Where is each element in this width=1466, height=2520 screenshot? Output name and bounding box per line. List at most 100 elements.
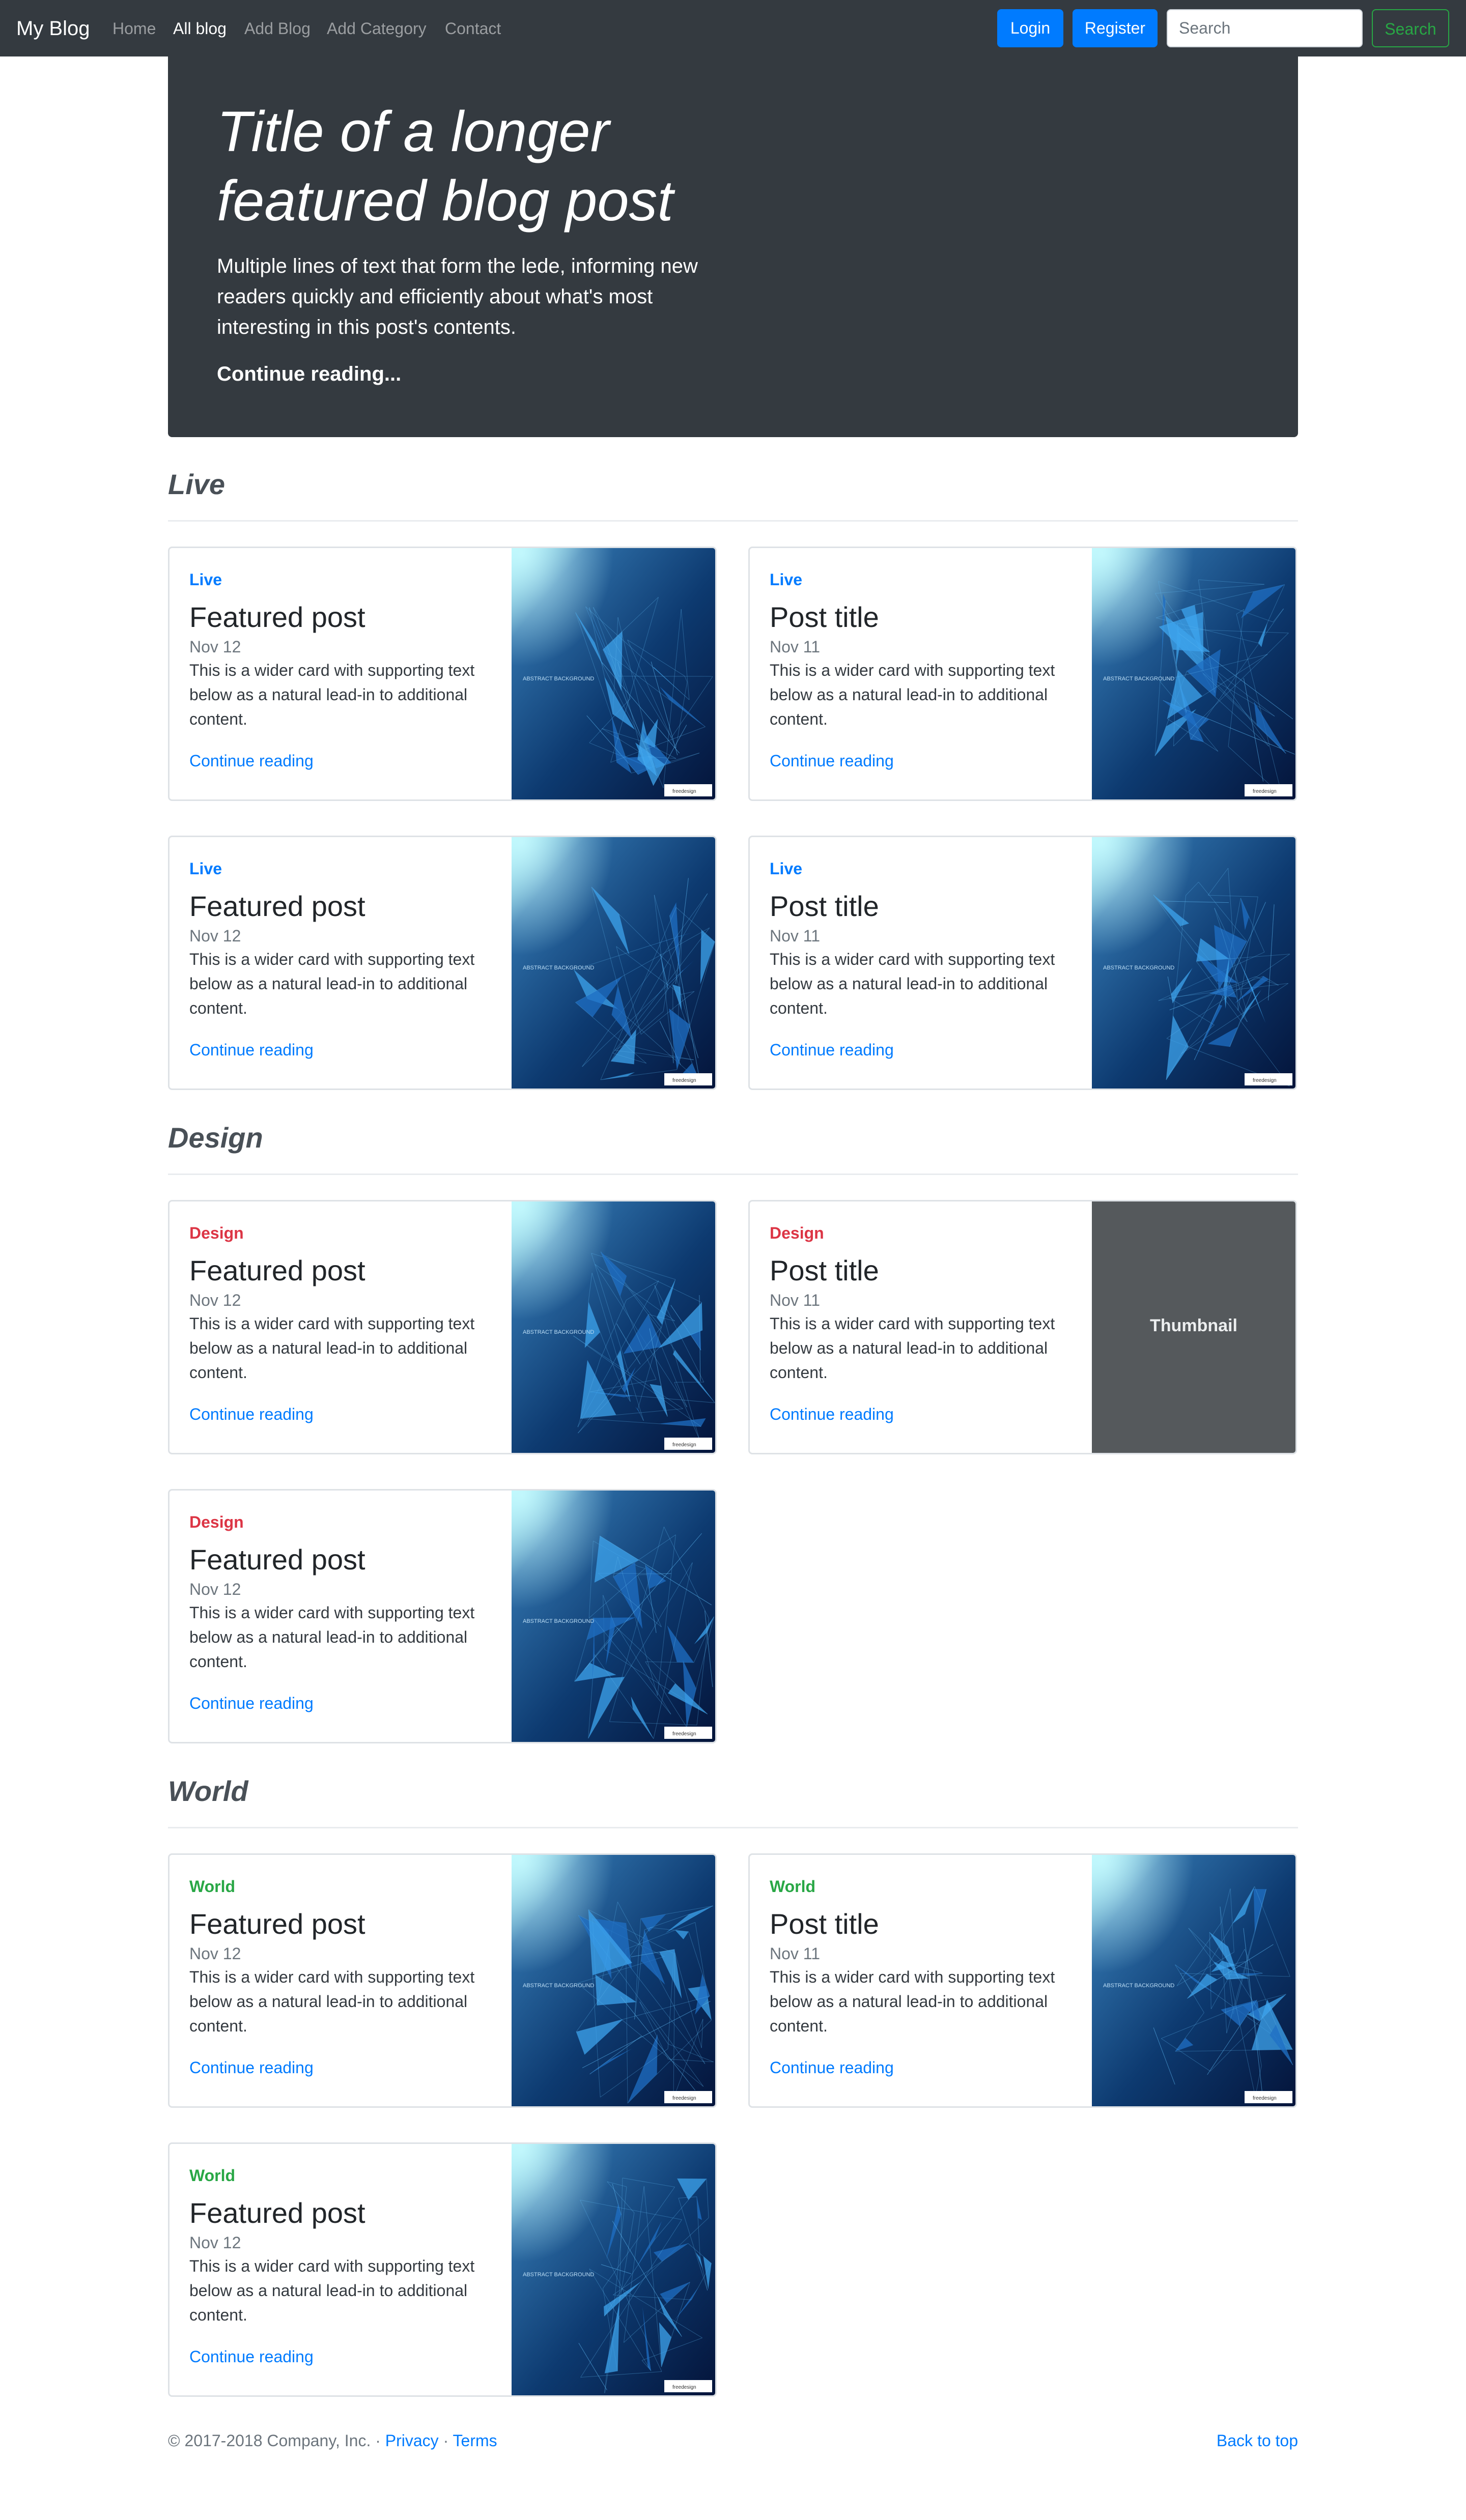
watermark-text: freedesign [672, 2385, 696, 2390]
card-thumbnail: ABSTRACT BACKGROUND freedesign [512, 1855, 715, 2106]
register-button[interactable]: Register [1073, 9, 1158, 47]
post-card: Design Post title Nov 11 This is a wider ca… [748, 1200, 1297, 1454]
card-category-link[interactable]: Design [189, 1221, 244, 1245]
card-text: This is a wider card with supporting tex… [770, 661, 1055, 728]
watermark-text: freedesign [1253, 789, 1277, 794]
nav-link-contact[interactable]: Contact [445, 16, 501, 41]
hero-lede: Multiple lines of text that form the led… [217, 255, 698, 338]
card-date: Nov 11 [770, 927, 821, 945]
card-body: Live Featured post Nov 12 This is a wider c… [189, 837, 505, 1089]
section-title-design: Design [168, 1122, 263, 1154]
card-continue-reading-link[interactable]: Continue reading [189, 1691, 314, 1715]
card-title: Featured post [189, 1254, 365, 1286]
card-category-link[interactable]: World [189, 2163, 235, 2188]
search-input[interactable] [1167, 9, 1363, 47]
card-continue-reading-link[interactable]: Continue reading [189, 749, 314, 773]
card-continue-reading-link[interactable]: Continue reading [189, 1038, 314, 1062]
abstract-background-image: ABSTRACT BACKGROUND freedesign [512, 1855, 715, 2106]
card-text: This is a wider card with supporting tex… [770, 1968, 1055, 2035]
footer-copyright-line: © 2017-2018 Company, Inc. · Privacy · Te… [168, 2428, 497, 2453]
card-title: Featured post [189, 2197, 365, 2229]
footer-copyright: © 2017-2018 Company, Inc. · [168, 2431, 381, 2450]
card-category-link[interactable]: World [189, 1874, 235, 1899]
watermark-text: freedesign [1253, 1078, 1277, 1083]
card-date: Nov 12 [189, 2233, 241, 2252]
section-divider [168, 1827, 1298, 1828]
watermark-text: freedesign [672, 1442, 696, 1448]
card-body: Live Post title Nov 11 This is a wider card… [770, 837, 1085, 1089]
card-category-link[interactable]: Live [770, 567, 802, 592]
card-title: Post title [770, 1908, 879, 1940]
login-button[interactable]: Login [997, 9, 1063, 47]
nav-link-home[interactable]: Home [112, 16, 156, 41]
watermark-text: freedesign [672, 1078, 696, 1083]
card-date: Nov 11 [770, 1944, 821, 1963]
back-to-top-link[interactable]: Back to top [1217, 2428, 1298, 2453]
section-divider [168, 1173, 1298, 1175]
hero-jumbotron: Title of a longer featured blog post Mul… [168, 56, 1298, 437]
card-title: Post title [770, 1254, 879, 1286]
card-continue-reading-link[interactable]: Continue reading [770, 1038, 894, 1062]
footer-separator: · [443, 2431, 449, 2450]
nav-link-all-blog[interactable]: All blog [173, 16, 227, 41]
image-heading-text: ABSTRACT BACKGROUND [523, 965, 594, 971]
nav-link-add-category[interactable]: Add Category [327, 16, 427, 41]
image-heading-text: ABSTRACT BACKGROUND [1103, 1983, 1174, 1989]
card-category-link[interactable]: Design [189, 1510, 244, 1534]
watermark-text: freedesign [672, 1731, 696, 1737]
abstract-background-image: ABSTRACT BACKGROUND freedesign [512, 1491, 715, 1742]
card-body: Design Featured post Nov 12 This is a wider… [189, 1491, 505, 1742]
card-continue-reading-link[interactable]: Continue reading [189, 2055, 314, 2080]
card-text: This is a wider card with supporting tex… [189, 950, 475, 1017]
card-date: Nov 11 [770, 1291, 821, 1309]
card-date: Nov 12 [189, 638, 241, 656]
card-category-link[interactable]: World [770, 1874, 815, 1899]
card-body: World Post title Nov 11 This is a wider car… [770, 1855, 1085, 2106]
card-continue-reading-link[interactable]: Continue reading [189, 1402, 314, 1426]
abstract-background-image: ABSTRACT BACKGROUND freedesign [512, 548, 715, 799]
hero-continue-reading-link[interactable]: Continue reading... [217, 359, 401, 389]
post-card: World Featured post Nov 12 This is a wider … [168, 1853, 717, 2108]
card-continue-reading-link[interactable]: Continue reading [770, 1402, 894, 1426]
watermark-text: freedesign [672, 789, 696, 794]
card-thumbnail: ABSTRACT BACKGROUND freedesign [512, 1491, 715, 1742]
search-button[interactable]: Search [1372, 9, 1449, 47]
post-card: World Post title Nov 11 This is a wider car… [748, 1853, 1297, 2108]
card-category-link[interactable]: Design [770, 1221, 824, 1245]
image-heading-text: ABSTRACT BACKGROUND [1103, 676, 1174, 682]
section-title-world: World [168, 1775, 248, 1807]
card-text: This is a wider card with supporting tex… [189, 2257, 475, 2324]
card-category-link[interactable]: Live [770, 856, 802, 881]
card-thumbnail: ABSTRACT BACKGROUND freedesign [512, 1201, 715, 1453]
watermark-text: freedesign [1253, 2096, 1277, 2101]
card-category-link[interactable]: Live [189, 856, 222, 881]
nav-link-add-blog[interactable]: Add Blog [244, 16, 311, 41]
post-card: Design Featured post Nov 12 This is a wider… [168, 1200, 717, 1454]
card-title: Featured post [189, 601, 365, 633]
card-category-link[interactable]: Live [189, 567, 222, 592]
card-date: Nov 12 [189, 1944, 241, 1963]
brand-link[interactable]: My Blog [16, 14, 90, 43]
card-continue-reading-link[interactable]: Continue reading [189, 2344, 314, 2369]
post-card: Live Post title Nov 11 This is a wider card… [748, 547, 1297, 801]
watermark-text: freedesign [672, 2096, 696, 2101]
card-thumbnail: ABSTRACT BACKGROUND freedesign [512, 2144, 715, 2395]
image-heading-text: ABSTRACT BACKGROUND [1103, 965, 1174, 971]
card-continue-reading-link[interactable]: Continue reading [770, 2055, 894, 2080]
privacy-link[interactable]: Privacy [385, 2431, 439, 2450]
terms-link[interactable]: Terms [453, 2431, 497, 2450]
card-date: Nov 12 [189, 927, 241, 945]
image-heading-text: ABSTRACT BACKGROUND [523, 1329, 594, 1335]
card-date: Nov 11 [770, 638, 821, 656]
card-continue-reading-link[interactable]: Continue reading [770, 749, 894, 773]
abstract-background-image: ABSTRACT BACKGROUND freedesign [512, 2144, 715, 2395]
card-thumbnail: ABSTRACT BACKGROUND freedesign [1092, 837, 1295, 1089]
card-text: This is a wider card with supporting tex… [189, 1314, 475, 1382]
section-title-live: Live [168, 468, 225, 500]
card-body: World Featured post Nov 12 This is a wider … [189, 1855, 505, 2106]
card-body: Design Post title Nov 11 This is a wider ca… [770, 1201, 1085, 1453]
image-heading-text: ABSTRACT BACKGROUND [523, 676, 594, 682]
post-card: World Featured post Nov 12 This is a wider … [168, 2142, 717, 2397]
abstract-background-image: ABSTRACT BACKGROUND freedesign [1092, 1855, 1295, 2106]
card-body: Live Post title Nov 11 This is a wider card… [770, 548, 1085, 799]
